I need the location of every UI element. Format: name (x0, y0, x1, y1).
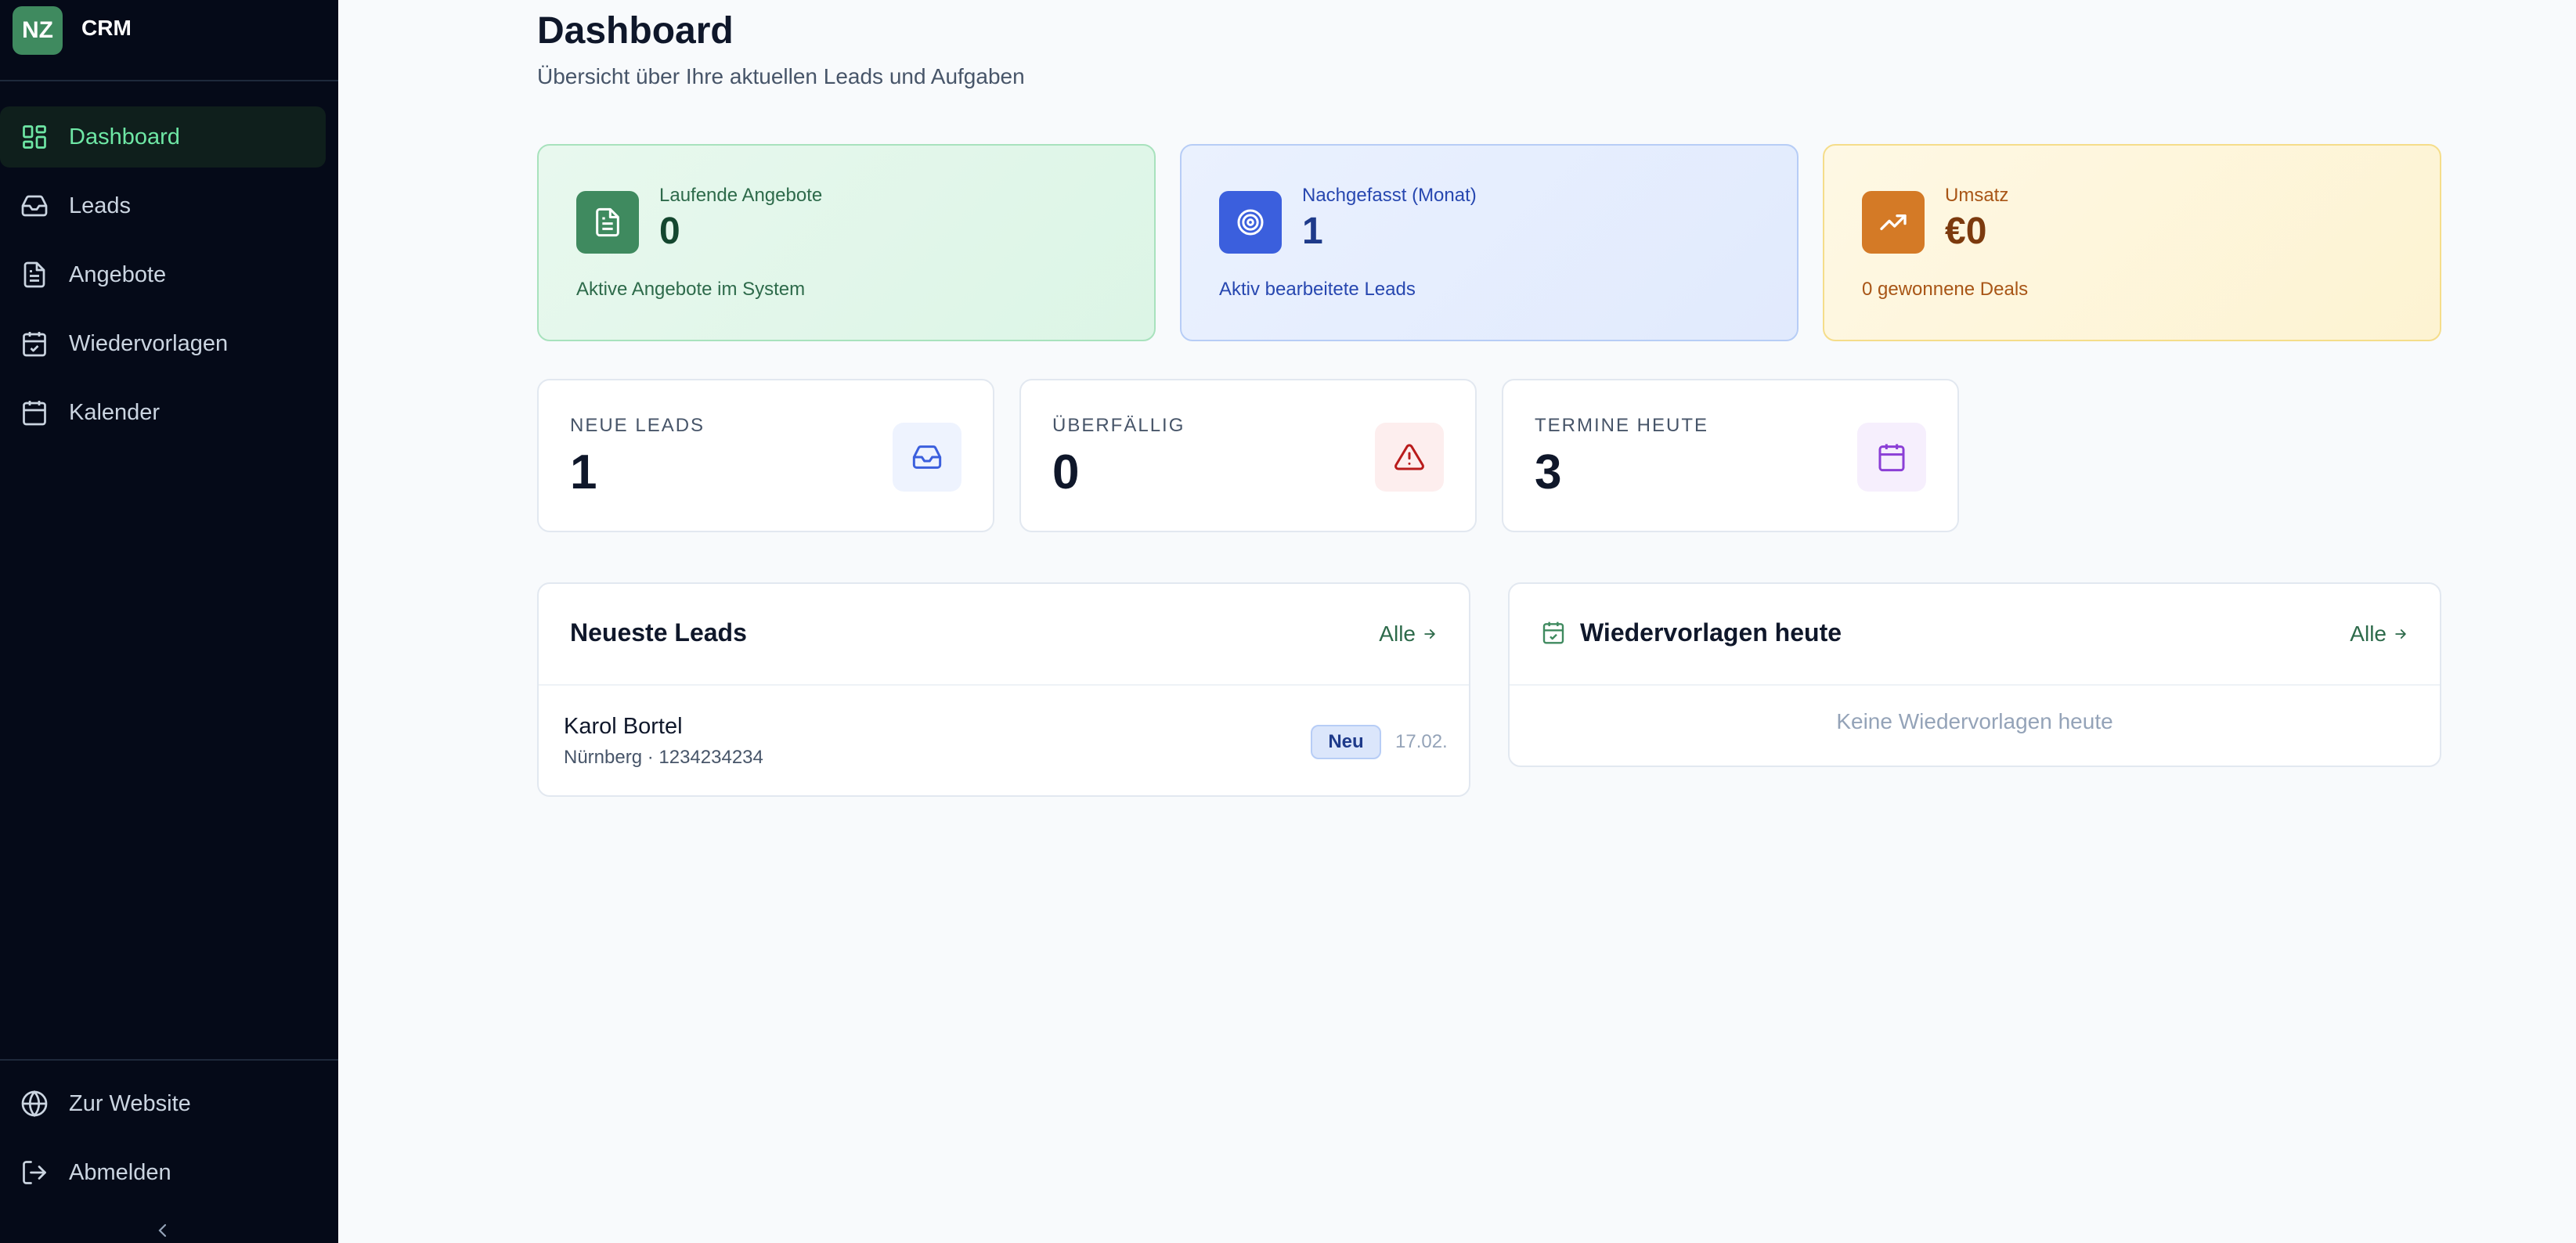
calendar-icon (19, 397, 50, 428)
panel-title: Neueste Leads (570, 618, 747, 647)
page-subtitle: Übersicht über Ihre aktuellen Leads und … (537, 64, 1025, 88)
sidebar-item-label: Dashboard (69, 124, 180, 150)
chevron-left-icon (158, 1223, 167, 1238)
kpi-label: Nachgefasst (Monat) (1302, 185, 1477, 206)
arrow-right-icon (1424, 629, 1435, 639)
collapse-sidebar-button[interactable] (153, 1221, 172, 1240)
kpi-subtext: Aktiv bearbeitete Leads (1219, 279, 1416, 300)
brand-avatar[interactable]: NZ (13, 6, 63, 55)
sidebar-item-angebote[interactable]: Angebote (0, 244, 326, 305)
calendar-check-icon (19, 328, 50, 359)
kpi-label: Umsatz (1945, 185, 2009, 206)
lead-date: 17.02. (1395, 731, 1448, 752)
empty-state-text: Keine Wiedervorlagen heute (1836, 709, 2113, 733)
stat-card-appointments[interactable]: TERMINE HEUTE 3 (1502, 379, 1959, 532)
sidebar-item-logout[interactable]: Abmelden (0, 1142, 326, 1203)
stat-label: TERMINE HEUTE (1535, 415, 1709, 436)
page-title: Dashboard (537, 10, 734, 52)
calendar-icon (1857, 423, 1926, 492)
kpi-subtext: Aktive Angebote im System (576, 279, 806, 300)
inbox-icon (893, 423, 961, 492)
followups-today-panel: Wiedervorlagen heute Alle Keine Wiedervo… (1508, 582, 2441, 767)
document-icon (576, 191, 639, 254)
kpi-value: €0 (1945, 211, 1987, 252)
lead-meta: Nürnberg · 1234234234 (564, 747, 763, 768)
link-label: Alle (1379, 622, 1416, 646)
sidebar-divider (0, 1059, 338, 1061)
stat-label: NEUE LEADS (570, 415, 705, 436)
sidebar-item-dashboard[interactable]: Dashboard (0, 106, 326, 168)
stat-card-new-leads[interactable]: NEUE LEADS 1 (537, 379, 994, 532)
sidebar-item-label: Leads (69, 193, 132, 218)
dashboard-icon (19, 121, 50, 153)
sidebar: NZ CRM Dashboard Leads Angebote Wiedervo… (0, 0, 338, 1243)
sidebar-item-website[interactable]: Zur Website (0, 1073, 326, 1134)
all-leads-link[interactable]: Alle (1379, 622, 1438, 647)
sidebar-item-label: Kalender (69, 399, 161, 425)
sidebar-item-wiedervorlagen[interactable]: Wiedervorlagen (0, 313, 326, 374)
kpi-value: 0 (659, 211, 680, 252)
inbox-icon (19, 190, 50, 222)
panel-header: Neueste Leads Alle (539, 584, 1469, 686)
target-icon (1219, 191, 1282, 254)
panel-title: Wiedervorlagen heute (1580, 618, 1842, 647)
warning-icon (1375, 423, 1444, 492)
sidebar-item-kalender[interactable]: Kalender (0, 382, 326, 443)
stat-value: 0 (1052, 445, 1080, 499)
kpi-card-followups[interactable]: Nachgefasst (Monat) 1 Aktiv bearbeitete … (1180, 144, 1799, 341)
kpi-value: 1 (1302, 211, 1323, 252)
stat-label: ÜBERFÄLLIG (1052, 415, 1185, 436)
link-label: Alle (2350, 622, 2387, 646)
logout-icon (19, 1157, 50, 1188)
stat-value: 1 (570, 445, 597, 499)
kpi-card-offers[interactable]: Laufende Angebote 0 Aktive Angebote im S… (537, 144, 1156, 341)
kpi-subtext: 0 gewonnene Deals (1862, 279, 2029, 300)
brand-name[interactable]: CRM (81, 16, 132, 41)
all-followups-link[interactable]: Alle (2350, 622, 2408, 647)
sidebar-item-label: Angebote (69, 261, 167, 287)
status-badge: Neu (1311, 725, 1381, 759)
kpi-label: Laufende Angebote (659, 185, 823, 206)
brand: NZ CRM (0, 0, 338, 81)
lead-name: Karol Bortel (564, 714, 683, 739)
sidebar-item-leads[interactable]: Leads (0, 175, 326, 236)
kpi-card-revenue[interactable]: Umsatz €0 0 gewonnene Deals (1823, 144, 2441, 341)
document-icon (19, 259, 50, 290)
globe-icon (19, 1088, 50, 1119)
stat-card-overdue[interactable]: ÜBERFÄLLIG 0 (1019, 379, 1477, 532)
sidebar-item-label: Zur Website (69, 1090, 191, 1116)
latest-leads-panel: Neueste Leads Alle Karol Bortel Nürnberg… (537, 582, 1470, 797)
arrow-right-icon (2395, 629, 2406, 639)
trending-up-icon (1862, 191, 1925, 254)
sidebar-item-label: Wiedervorlagen (69, 330, 229, 356)
calendar-check-icon (1541, 620, 1566, 649)
sidebar-item-label: Abmelden (69, 1159, 171, 1185)
stat-value: 3 (1535, 445, 1562, 499)
panel-header: Wiedervorlagen heute Alle (1510, 584, 2440, 686)
